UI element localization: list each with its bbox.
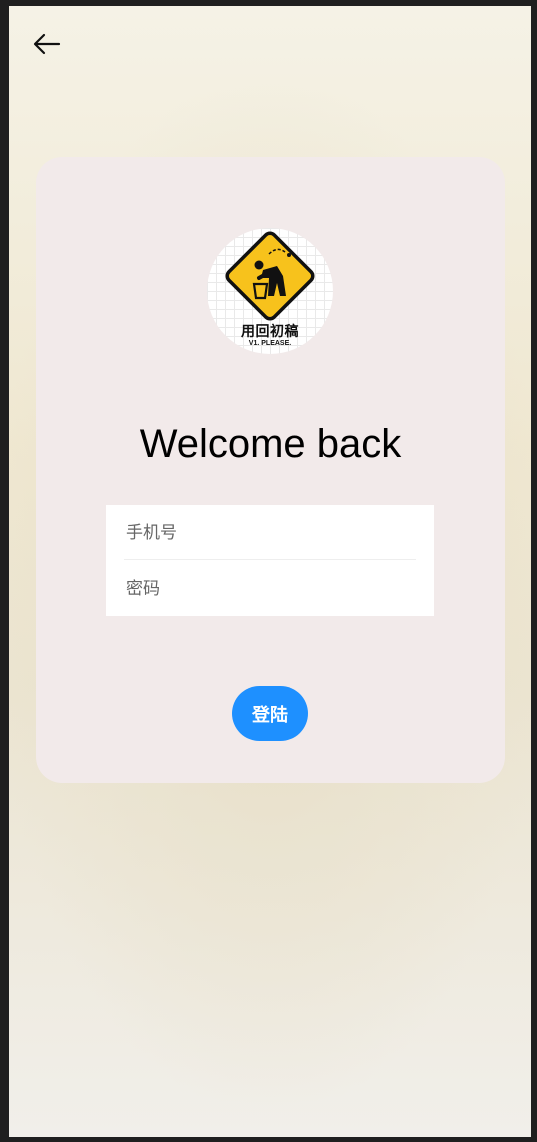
logo-subtitle: V1. PLEASE. (248, 340, 292, 347)
login-card: 用回初稿 V1. PLEASE. Welcome back 登陆 (36, 157, 505, 783)
arrow-left-icon (33, 33, 61, 55)
password-input[interactable] (106, 561, 434, 616)
login-screen: 用回初稿 V1. PLEASE. Welcome back 登陆 (9, 6, 531, 1137)
welcome-heading: Welcome back (139, 422, 402, 466)
login-form (106, 505, 434, 616)
field-divider (124, 559, 416, 560)
phone-input[interactable] (106, 505, 434, 560)
login-button[interactable]: 登陆 (232, 686, 308, 741)
app-logo: 用回初稿 V1. PLEASE. (207, 228, 333, 354)
logo-title: 用回初稿 (241, 324, 299, 340)
back-button[interactable] (29, 28, 65, 64)
